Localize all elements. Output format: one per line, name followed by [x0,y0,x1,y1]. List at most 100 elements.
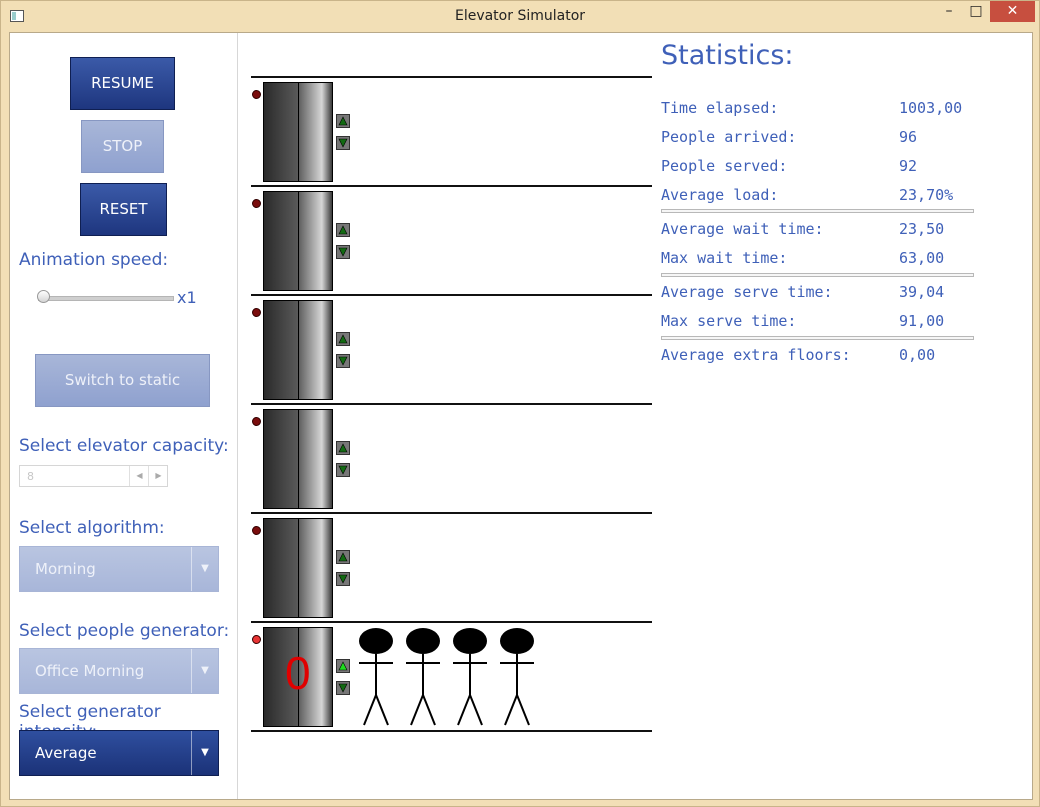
elevator-door-split [298,301,299,399]
stat-label: Average extra floors: [661,346,851,364]
down-arrow-icon[interactable] [336,354,350,368]
waiting-person-icon [403,627,443,733]
decrement-icon[interactable]: ◀ [129,466,149,486]
elevator-car [263,191,333,291]
stat-separator [661,336,974,340]
speed-slider-track[interactable] [38,296,174,301]
intensity-value: Average [35,744,97,762]
stat-row: Max serve time: 91,00 [661,312,981,332]
animation-speed-label: Animation speed: [19,250,169,270]
waiting-person-icon [497,627,537,733]
down-arrow-icon[interactable] [336,463,350,477]
floor-indicator-light [252,635,261,644]
title-bar[interactable]: Elevator Simulator – □ ✕ [1,1,1039,32]
window-title: Elevator Simulator [454,8,586,24]
floor-indicator-light [252,199,261,208]
elevator-car [263,82,333,182]
floor-line [251,294,652,296]
elevator-simulation: 0 [251,33,652,799]
speed-slider-thumb[interactable] [37,290,50,303]
floor-indicator-light [252,308,261,317]
generator-label: Select people generator: [19,621,230,641]
down-arrow-icon[interactable] [336,572,350,586]
elevator-door-split [298,83,299,181]
waiting-person-icon [450,627,490,733]
generator-select[interactable]: Office Morning ▼ [19,648,219,694]
maximize-button[interactable]: □ [963,1,989,22]
stat-value: 23,70% [899,186,954,204]
algorithm-value: Morning [35,560,96,578]
stat-row: Average load: 23,70% [661,186,981,206]
algorithm-select[interactable]: Morning ▼ [19,546,219,592]
statistics-title: Statistics: [661,40,794,71]
floor-line [251,621,652,623]
algorithm-label: Select algorithm: [19,518,165,538]
generator-value: Office Morning [35,662,145,680]
elevator-door-split [298,519,299,617]
up-arrow-icon[interactable] [336,114,350,128]
floor-line [251,185,652,187]
floor-indicator-light [252,90,261,99]
stat-label: People served: [661,157,788,175]
elevator-car: 0 [263,627,333,727]
stat-row: Average serve time: 39,04 [661,283,981,303]
down-arrow-icon[interactable] [336,245,350,259]
up-arrow-icon[interactable] [336,332,350,346]
stat-value: 92 [899,157,918,175]
stat-row: People arrived: 96 [661,128,981,148]
stat-row: Time elapsed: 1003,00 [661,99,981,119]
elevator-door-split [298,192,299,290]
waiting-person-icon [356,627,396,733]
up-arrow-icon[interactable] [336,550,350,564]
elevator-load-count: 0 [285,647,311,699]
close-button[interactable]: ✕ [990,1,1035,22]
elevator-car [263,409,333,509]
stat-value: 0,00 [899,346,936,364]
up-arrow-icon[interactable] [336,223,350,237]
capacity-label: Select elevator capacity: [19,436,229,456]
increment-icon[interactable]: ▶ [148,466,168,486]
resume-button[interactable]: RESUME [70,57,175,110]
stat-value: 1003,00 [899,99,963,117]
stat-label: Average serve time: [661,283,833,301]
stat-separator [661,273,974,277]
intensity-select[interactable]: Average ▼ [19,730,219,776]
stat-value: 23,50 [899,220,945,238]
capacity-spinner[interactable]: 8 ◀ ▶ [19,465,168,487]
floor-line [251,403,652,405]
chevron-down-icon: ▼ [191,547,218,591]
stat-row: Average extra floors: 0,00 [661,346,981,366]
down-arrow-icon[interactable] [336,681,350,695]
stat-value: 39,04 [899,283,945,301]
statistics-panel: Statistics: Time elapsed: 1003,00 People a… [661,33,1031,433]
stat-row: People served: 92 [661,157,981,177]
stat-label: Time elapsed: [661,99,779,117]
chevron-down-icon: ▼ [191,731,218,775]
capacity-value: 8 [27,470,34,483]
elevator-car [263,518,333,618]
stat-row: Average wait time: 23,50 [661,220,981,240]
stat-separator [661,209,974,213]
up-arrow-icon[interactable] [336,441,350,455]
control-panel: RESUME STOP RESET Animation speed: x1 Sw… [10,33,238,799]
floor-indicator-light [252,526,261,535]
floor-line [251,76,652,78]
stat-value: 96 [899,128,918,146]
switch-to-static-button[interactable]: Switch to static [35,354,210,407]
up-arrow-icon[interactable] [336,659,350,673]
app-window: Elevator Simulator – □ ✕ RESUME STOP RES… [0,0,1040,807]
floor-indicator-light [252,417,261,426]
stat-value: 91,00 [899,312,945,330]
reset-button[interactable]: RESET [80,183,167,236]
stat-label: Average wait time: [661,220,824,238]
down-arrow-icon[interactable] [336,136,350,150]
minimize-button[interactable]: – [936,1,962,22]
elevator-car [263,300,333,400]
stat-row: Max wait time: 63,00 [661,249,981,269]
stop-button[interactable]: STOP [81,120,164,173]
stat-label: People arrived: [661,128,797,146]
stat-value: 63,00 [899,249,945,267]
speed-value: x1 [177,288,197,307]
stat-label: Max wait time: [661,249,788,267]
floor-line [251,512,652,514]
